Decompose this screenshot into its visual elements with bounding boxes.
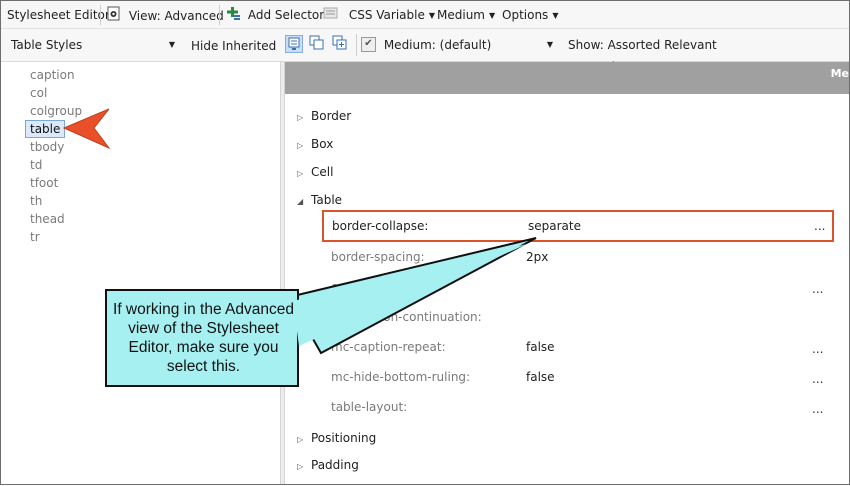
property-name: border-spacing: <box>331 250 425 264</box>
property-name: border-collapse: <box>332 219 429 233</box>
property-value[interactable]: separate <box>528 218 581 234</box>
collapse-arrow-icon[interactable]: ◢ <box>297 194 311 210</box>
group-box[interactable]: ▷ Box <box>297 136 333 152</box>
expand-arrow-icon[interactable]: ▷ <box>297 459 311 475</box>
selector-td[interactable]: td <box>30 157 42 173</box>
ellipsis-button[interactable]: ... <box>812 341 823 357</box>
expand-arrow-icon[interactable]: ▷ <box>297 110 311 126</box>
copy-view-button[interactable] <box>309 35 327 53</box>
group-padding[interactable]: ▷ Padding <box>297 457 359 473</box>
selector-table-selected[interactable]: table <box>25 120 66 138</box>
group-positioning[interactable]: ▷ Positioning <box>297 430 376 446</box>
callout-text: If working in the Advanced view of the S… <box>113 301 294 375</box>
hide-inherited-button[interactable]: Hide Inherited <box>191 39 276 53</box>
toolbar-divider <box>100 5 101 25</box>
group-positioning-label: Positioning <box>311 431 377 445</box>
add-selector-icon <box>227 6 241 25</box>
property-value[interactable]: 2px <box>526 249 548 265</box>
group-box-label: Box <box>311 137 334 151</box>
group-table[interactable]: ◢ Table <box>297 192 342 208</box>
css-variable-icon <box>323 6 339 25</box>
list-view-icon <box>288 37 300 50</box>
editor-title: Stylesheet Editor <box>7 8 110 22</box>
medium-select[interactable]: ✔ Medium: (default) ▼ <box>359 34 557 56</box>
selector-thead[interactable]: thead <box>30 211 65 227</box>
expand-arrow-icon[interactable]: ▷ <box>297 432 311 448</box>
property-name: mc-hide-bottom-ruling: <box>331 370 471 384</box>
options-menu[interactable]: Options ▼ <box>502 6 558 24</box>
ellipsis-button[interactable]: ... <box>812 371 823 387</box>
css-variable-label: CSS Variable <box>348 8 425 22</box>
chevron-down-icon: ▼ <box>428 11 435 20</box>
medium-menu[interactable]: Medium ▼ <box>437 6 495 24</box>
expand-arrow-icon[interactable]: ▷ <box>297 138 311 154</box>
checkbox-icon[interactable]: ✔ <box>361 37 376 52</box>
group-cell-label: Cell <box>311 165 334 179</box>
ellipsis-button[interactable]: ... <box>812 281 823 297</box>
group-padding-label: Padding <box>311 458 359 472</box>
property-name: mc-caption-continuation: <box>331 310 482 324</box>
view-button[interactable]: View: Advanced <box>106 6 224 24</box>
expand-arrow-icon[interactable]: ▷ <box>297 166 311 182</box>
selector-th[interactable]: th <box>30 193 42 209</box>
chevron-down-icon: ▼ <box>168 40 175 49</box>
add-view-button[interactable] <box>332 35 350 53</box>
selector-caption[interactable]: caption <box>30 67 75 83</box>
property-value[interactable]: false <box>526 339 555 355</box>
css-variable-button[interactable]: CSS Variable ▼ <box>323 6 435 24</box>
selector-tfoot[interactable]: tfoot <box>30 175 58 191</box>
properties-panel: Me ▷ Border ▷ Box ▷ Cell ◢ Table border-coll… <box>285 62 849 484</box>
stylesheet-editor-window: Stylesheet Editor View: Advanced Add Sel… <box>0 0 850 485</box>
group-border[interactable]: ▷ Border <box>297 108 351 124</box>
chevron-down-icon: ▼ <box>552 11 559 20</box>
selector-tr[interactable]: tr <box>30 229 40 245</box>
add-page-icon <box>332 35 347 50</box>
property-value[interactable]: false <box>526 369 555 385</box>
toolbar-divider <box>219 5 220 25</box>
group-border-label: Border <box>311 109 352 123</box>
group-cell[interactable]: ▷ Cell <box>297 164 333 180</box>
selector-col[interactable]: col <box>30 85 47 101</box>
hide-inherited-label: Hide Inherited <box>191 39 277 53</box>
toolbar-divider <box>356 34 357 56</box>
group-table-label: Table <box>311 193 343 207</box>
property-name: table-layout: <box>331 400 408 414</box>
selector-tbody[interactable]: tbody <box>30 139 64 155</box>
medium-select-value: Medium: (default) <box>383 38 492 52</box>
property-name: caption-side: <box>331 280 409 294</box>
chevron-down-icon: ▼ <box>488 11 496 20</box>
main-toolbar: Stylesheet Editor View: Advanced Add Sel… <box>1 1 849 29</box>
eye-icon <box>106 6 122 27</box>
properties-header: Me <box>285 62 849 94</box>
selector-list: caption col colgroup table tbody td tfoo… <box>1 62 280 484</box>
stylesheet-select-value: Table Styles <box>11 38 83 52</box>
show-properties-select[interactable]: Show: Assorted Relevant Properties▼ <box>560 34 770 74</box>
pointer-arrow-icon <box>62 108 111 150</box>
add-selector-label: Add Selector <box>247 8 325 22</box>
ellipsis-button[interactable]: ... <box>812 401 823 417</box>
medium-menu-label: Medium <box>437 8 485 22</box>
view-button-label: View: Advanced <box>128 9 224 23</box>
chevron-down-icon: ▼ <box>546 40 553 49</box>
border-collapse-row-highlight[interactable]: border-collapse: separate ... <box>322 210 834 242</box>
stylesheet-select[interactable]: Table Styles ▼ <box>3 34 179 56</box>
property-name: mc-caption-repeat: <box>331 340 446 354</box>
list-view-button[interactable] <box>285 35 303 53</box>
add-selector-button[interactable]: Add Selector <box>227 6 324 24</box>
options-menu-label: Options <box>502 8 549 22</box>
filter-toolbar: Table Styles ▼ Hide Inherited ✔ Medium: … <box>1 29 849 74</box>
properties-header-label: Me <box>830 67 849 80</box>
stacked-pages-icon <box>309 35 324 50</box>
ellipsis-button[interactable]: ... <box>814 218 825 234</box>
